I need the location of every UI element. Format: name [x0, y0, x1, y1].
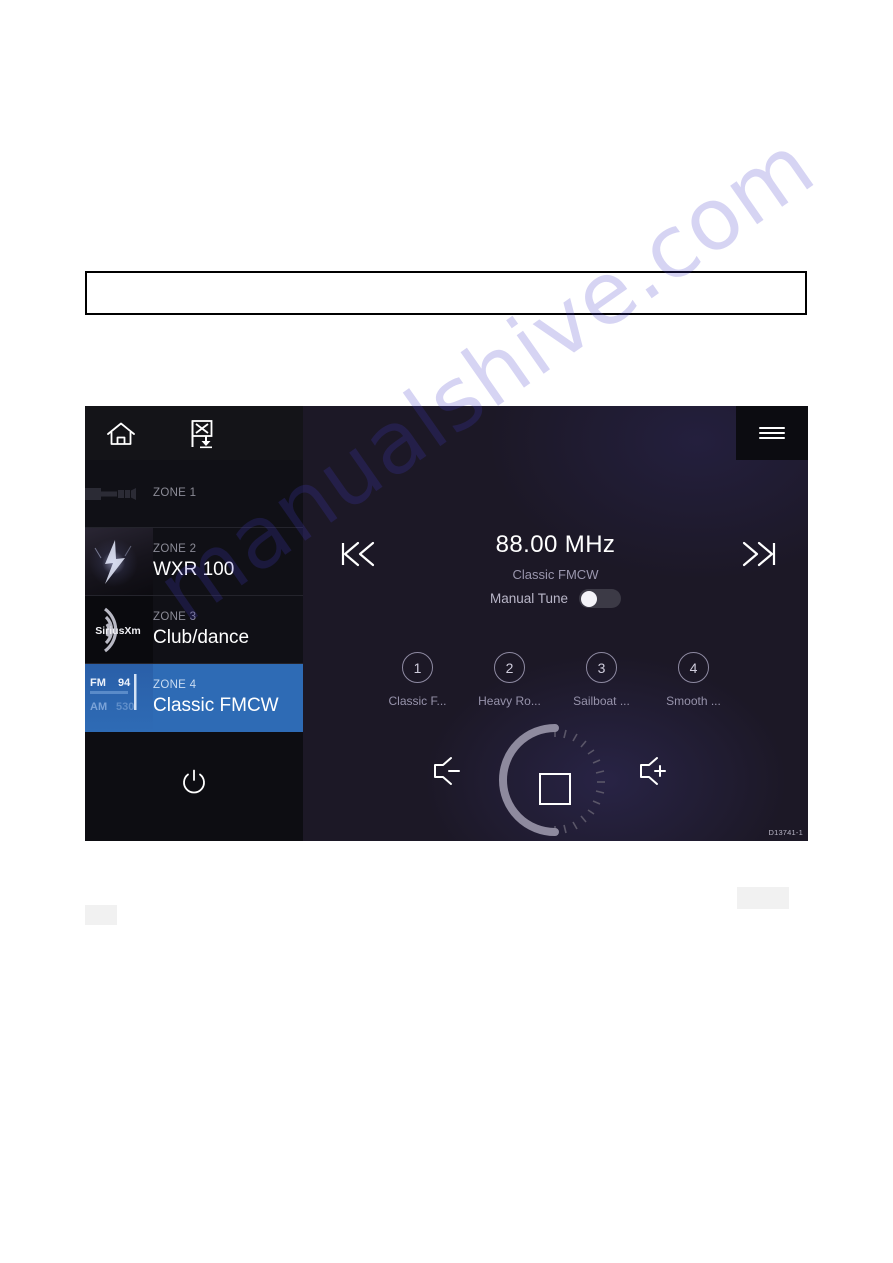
multi-zone-audio-screen: ZONE 1 ZONE 2 WXR 100 SiriusXm ZONE 3 Cl…: [85, 406, 808, 841]
home-button[interactable]: [97, 416, 145, 452]
station-name: Classic FMCW: [512, 567, 599, 582]
manual-tune-row: Manual Tune: [303, 589, 808, 608]
zone-text-block: ZONE 1: [153, 460, 196, 527]
fm-radio-dial-art: FM 94 AM 530: [85, 664, 153, 731]
fm-freq-label: 94: [118, 677, 131, 689]
preset-label: Classic F...: [388, 694, 447, 708]
power-button[interactable]: [85, 732, 303, 832]
zone-thumbnail: [85, 528, 153, 595]
hamburger-menu-icon: [759, 424, 785, 442]
zone-text-block: ZONE 3 Club/dance: [153, 596, 249, 663]
zone-thumbnail: [85, 460, 153, 527]
preset-list: 1 Classic F... 2 Heavy Ro... 3 Sailboat …: [303, 652, 808, 708]
man-overboard-button[interactable]: [180, 416, 228, 452]
volume-up-icon: [640, 757, 666, 785]
sidebar-zone-row-1[interactable]: ZONE 1: [85, 460, 303, 528]
device-id-code: D13741-1: [768, 828, 803, 837]
zone-number-label: ZONE 2: [153, 542, 197, 555]
zone-number-label: ZONE 1: [153, 487, 197, 499]
volume-control-area: [303, 711, 808, 841]
placeholder-box-right: [737, 887, 789, 909]
siriusxm-logo: SiriusXm: [85, 596, 153, 663]
preset-label: Smooth ...: [666, 694, 721, 708]
menu-bar-2: [759, 431, 785, 435]
menu-button[interactable]: [736, 406, 808, 460]
preset-item-4[interactable]: 4 Smooth ...: [658, 652, 730, 708]
siriusxm-signal-icon: SiriusXm: [95, 607, 141, 652]
preset-number: 3: [586, 652, 617, 683]
stop-square-icon[interactable]: [539, 773, 571, 805]
toggle-knob: [580, 590, 597, 607]
volume-down-icon: [434, 757, 460, 785]
sidebar-zone-row-4[interactable]: FM 94 AM 530 ZONE 4 Classic FMCW: [85, 664, 303, 732]
preset-item-2[interactable]: 2 Heavy Ro...: [474, 652, 546, 708]
placeholder-box-left: [85, 905, 117, 925]
sidebar-toolbar: [85, 406, 303, 460]
menu-bar-1: [759, 426, 785, 430]
zone-source-name: Classic FMCW: [153, 694, 279, 716]
zone-thumbnail: SiriusXm: [85, 596, 153, 663]
menu-bar-3: [759, 436, 785, 440]
volume-up-button[interactable]: [629, 751, 675, 791]
zone-number-label: ZONE 3: [153, 610, 197, 623]
zone-text-block: ZONE 2 WXR 100: [153, 528, 234, 595]
manual-tune-toggle[interactable]: [579, 589, 622, 608]
volume-knob[interactable]: [496, 721, 614, 839]
am-band-label: AM: [90, 701, 107, 713]
zone-sidebar: ZONE 1 ZONE 2 WXR 100 SiriusXm ZONE 3 Cl…: [85, 406, 303, 841]
frequency-value: 88.00 MHz: [495, 531, 616, 558]
aux-cable-icon: [85, 488, 136, 500]
storm-weather-art: [85, 528, 153, 595]
frequency-block: 88.00 MHz Classic FMCW Manual Tune: [303, 530, 808, 608]
manual-tune-label: Manual Tune: [489, 591, 569, 606]
player-panel: 88.00 MHz Classic FMCW Manual Tune 1 Cla…: [303, 406, 808, 841]
power-button-icon: [183, 769, 205, 794]
zone-source-name: WXR 100: [153, 558, 235, 580]
zone-text-block: ZONE 4 Classic FMCW: [153, 664, 279, 731]
zone-source-name: Club/dance: [153, 626, 250, 648]
preset-number: 1: [402, 652, 433, 683]
radio-dial-icon: FM 94 AM 530: [90, 674, 137, 713]
zone-number-label: ZONE 4: [153, 678, 197, 691]
preset-label: Sailboat ...: [573, 694, 630, 708]
preset-number: 4: [678, 652, 709, 683]
fm-band-label: FM: [90, 677, 106, 689]
man-overboard-flag-icon: [191, 420, 213, 449]
sidebar-zone-row-3[interactable]: SiriusXm ZONE 3 Club/dance: [85, 596, 303, 664]
power-area-wrapper: [85, 732, 303, 832]
home-icon: [107, 422, 135, 445]
am-freq-label: 530: [116, 701, 134, 713]
sidebar-zone-row-2[interactable]: ZONE 2 WXR 100: [85, 528, 303, 596]
lightning-bolt-icon: [94, 540, 132, 584]
preset-label: Heavy Ro...: [478, 694, 541, 708]
preset-item-3[interactable]: 3 Sailboat ...: [566, 652, 638, 708]
empty-content-box: [85, 271, 807, 315]
preset-item-1[interactable]: 1 Classic F...: [382, 652, 454, 708]
svg-text:SiriusXm: SiriusXm: [95, 625, 141, 637]
zone-thumbnail: FM 94 AM 530: [85, 664, 153, 731]
volume-down-button[interactable]: [423, 751, 469, 791]
preset-number: 2: [494, 652, 525, 683]
